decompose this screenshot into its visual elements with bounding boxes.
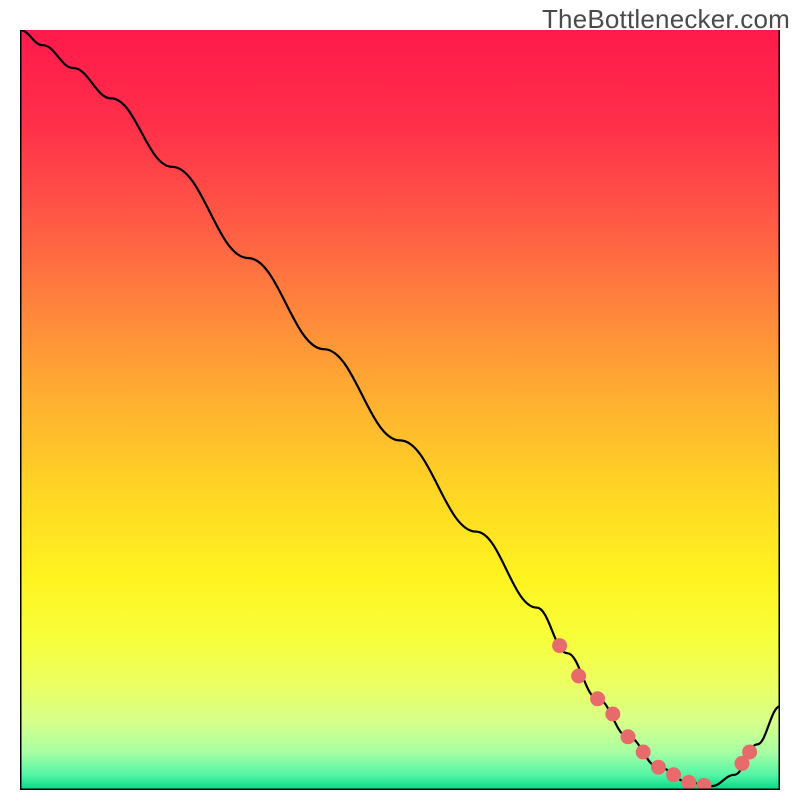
chart-svg [20,30,780,790]
trough-dot [621,729,636,744]
plot-area [20,30,780,790]
trough-dot [666,767,681,782]
trough-dot [742,745,757,760]
trough-dot [681,775,696,790]
trough-dot [590,691,605,706]
trough-dot [605,707,620,722]
trough-dot [552,638,567,653]
trough-dot [651,760,666,775]
trough-dot [571,669,586,684]
chart-background [20,30,780,790]
chart-container: TheBottlenecker.com [0,0,800,800]
trough-dot [636,745,651,760]
